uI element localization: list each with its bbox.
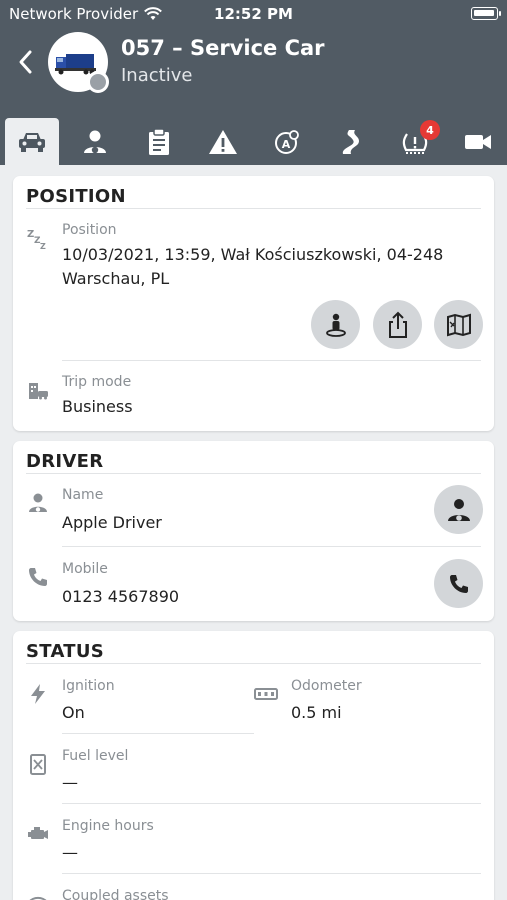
tab-route[interactable]: A xyxy=(260,118,314,165)
tab-bar: A 4 xyxy=(0,115,507,165)
engine-hours-value: — xyxy=(62,843,78,862)
driver-name-label: Name xyxy=(62,487,104,503)
tab-driver[interactable] xyxy=(68,118,122,165)
status-card-title: STATUS xyxy=(26,641,105,662)
status-time: 12:52 PM xyxy=(214,5,293,23)
position-value-line1: 10/03/2021, 13:59, Wał Kościuszkowski, 0… xyxy=(62,245,444,264)
engine-icon xyxy=(28,827,48,839)
tab-tire-pressure[interactable]: 4 xyxy=(388,118,442,165)
fuel-can-icon xyxy=(30,754,46,775)
divider xyxy=(62,360,481,361)
street-view-icon xyxy=(325,313,346,337)
back-button[interactable] xyxy=(14,48,38,76)
signal-icon xyxy=(29,896,47,900)
sleep-zzz-icon: Z Z Z xyxy=(27,229,46,251)
divider xyxy=(62,733,254,734)
phone-icon xyxy=(29,568,47,586)
status-bar: Network Provider 12:52 PM xyxy=(0,0,507,28)
map-icon xyxy=(446,313,471,336)
share-button[interactable] xyxy=(373,300,422,349)
divider xyxy=(62,803,481,804)
app-header: Network Provider 12:52 PM 057 – Service … xyxy=(0,0,507,165)
phone-icon xyxy=(449,574,468,593)
trip-mode-label: Trip mode xyxy=(62,374,132,390)
position-label: Position xyxy=(62,222,117,238)
driver-card-title: DRIVER xyxy=(26,451,104,472)
ignition-bolt-icon xyxy=(31,684,45,704)
chevron-left-icon xyxy=(19,50,32,74)
route-pin-icon: A xyxy=(275,129,299,154)
svg-text:Z: Z xyxy=(40,242,46,251)
call-button[interactable] xyxy=(434,559,483,608)
status-dot xyxy=(87,71,109,93)
vehicle-title: 057 – Service Car xyxy=(121,36,325,60)
svg-text:A: A xyxy=(282,138,291,151)
odometer-icon xyxy=(254,688,278,700)
trip-mode-icon xyxy=(29,383,48,400)
vehicle-status: Inactive xyxy=(121,65,193,86)
video-icon xyxy=(465,134,491,149)
tab-vehicle[interactable] xyxy=(5,118,59,165)
divider xyxy=(62,546,481,547)
share-icon xyxy=(388,311,407,338)
mobile-label: Mobile xyxy=(62,561,108,577)
position-card: POSITION Z Z Z Position 10/03/2021, 13:5… xyxy=(13,176,494,431)
trip-mode-value: Business xyxy=(62,397,133,416)
tab-video[interactable] xyxy=(451,118,505,165)
odometer-value: 0.5 mi xyxy=(291,703,342,722)
driver-icon xyxy=(84,130,106,153)
driver-details-button[interactable] xyxy=(434,485,483,534)
position-value-line2: Warschau, PL xyxy=(62,269,170,288)
battery-icon xyxy=(471,7,501,20)
tab-logbook[interactable] xyxy=(132,118,186,165)
driver-card: DRIVER Name Apple Driver Mobile 0123 456… xyxy=(13,441,494,621)
divider xyxy=(26,208,481,209)
ignition-value: On xyxy=(62,703,85,722)
fuel-level-value: — xyxy=(62,773,78,792)
tab-alerts[interactable] xyxy=(196,118,250,165)
engine-hours-label: Engine hours xyxy=(62,818,154,834)
fuel-level-label: Fuel level xyxy=(62,748,129,764)
divider xyxy=(26,473,481,474)
position-card-title: POSITION xyxy=(26,186,126,207)
coupled-assets-label: Coupled assets xyxy=(62,888,169,900)
driver-name-value: Apple Driver xyxy=(62,513,162,532)
person-icon xyxy=(29,493,47,512)
divider xyxy=(26,663,481,664)
notification-badge: 4 xyxy=(420,120,440,140)
tab-trips[interactable] xyxy=(324,118,378,165)
divider xyxy=(62,873,481,874)
odometer-label: Odometer xyxy=(291,678,362,694)
map-button[interactable] xyxy=(434,300,483,349)
ignition-label: Ignition xyxy=(62,678,115,694)
street-view-button[interactable] xyxy=(311,300,360,349)
mobile-value: 0123 4567890 xyxy=(62,587,180,606)
road-icon xyxy=(342,129,359,154)
driver-icon xyxy=(447,498,470,521)
status-card: STATUS Ignition On Odometer 0.5 mi Fuel … xyxy=(13,631,494,900)
car-icon xyxy=(19,132,45,152)
clipboard-icon xyxy=(149,127,169,155)
warning-icon xyxy=(209,129,237,154)
